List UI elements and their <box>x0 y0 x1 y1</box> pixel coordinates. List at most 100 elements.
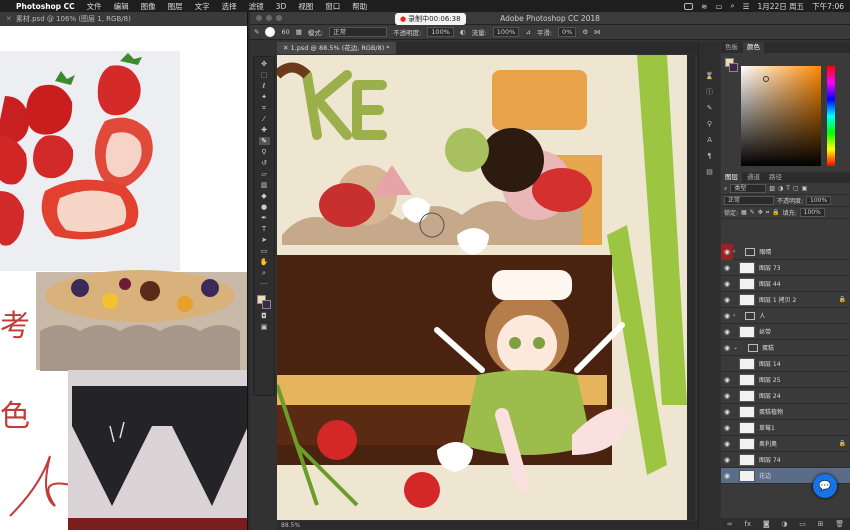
move-tool-icon[interactable]: ✥ <box>259 60 270 68</box>
reference-images[interactable]: 考 色 <box>0 26 248 530</box>
properties-panel-icon[interactable]: ▤ <box>705 168 715 176</box>
visibility-eye-icon[interactable]: ◉ <box>721 276 733 292</box>
mode-select[interactable]: 正常 <box>329 27 388 37</box>
visibility-eye-icon[interactable]: ◉ <box>721 468 733 484</box>
blend-mode-select[interactable]: 正常 <box>724 196 774 205</box>
tab-paths[interactable]: 路径 <box>765 172 786 183</box>
paragraph-panel-icon[interactable]: ¶ <box>705 152 715 160</box>
healing-tool-icon[interactable]: ✚ <box>259 126 270 134</box>
add-mask-icon[interactable]: ◙ <box>763 520 770 528</box>
document-canvas[interactable] <box>277 55 687 520</box>
lasso-tool-icon[interactable]: ℓ <box>259 82 270 90</box>
close-tab-icon[interactable]: ✕ <box>283 44 291 52</box>
layer-row[interactable]: ◉ 图层 25 <box>721 372 850 388</box>
menu-layer[interactable]: 图层 <box>168 1 183 12</box>
menu-image[interactable]: 图像 <box>141 1 156 12</box>
airbrush-icon[interactable]: ⊿ <box>525 28 530 36</box>
screen-record-icon[interactable] <box>684 2 694 10</box>
layer-row[interactable]: ◉ 图层 1 拷贝 2 🔒 <box>721 292 850 308</box>
expand-chevron-icon[interactable]: › <box>733 312 735 319</box>
clone-stamp-tool-icon[interactable]: ⚲ <box>259 148 270 156</box>
layer-row[interactable]: ◉ 图层 44 <box>721 276 850 292</box>
menu-filter[interactable]: 滤镜 <box>249 1 264 12</box>
layer-row[interactable]: ◉ 奥利奥 🔒 <box>721 436 850 452</box>
canvas-vertical-scrollbar[interactable] <box>687 55 695 520</box>
eyedropper-tool-icon[interactable]: ⁄ <box>259 115 270 123</box>
visibility-eye-icon[interactable] <box>721 356 733 372</box>
expand-chevron-icon[interactable]: › <box>733 248 735 255</box>
menu-select[interactable]: 选择 <box>222 1 237 12</box>
type-tool-icon[interactable]: T <box>259 225 270 233</box>
new-layer-icon[interactable]: ⊞ <box>818 520 824 528</box>
recording-indicator[interactable]: ● 录制中00:06:38 <box>395 13 466 25</box>
filter-adjust-icon[interactable]: ◑ <box>778 185 783 192</box>
visibility-eye-icon[interactable]: ◉ <box>721 292 733 308</box>
smooth-input[interactable]: 0% <box>558 27 577 37</box>
close-icon[interactable]: ✕ <box>6 15 12 23</box>
link-layers-icon[interactable]: ∞ <box>727 520 733 528</box>
dodge-tool-icon[interactable]: ● <box>259 203 270 211</box>
photoshop-titlebar[interactable]: Adobe Photoshop CC 2018 ● 录制中00:06:38 <box>250 12 850 25</box>
layer-row[interactable]: ◉ 草莓1 <box>721 420 850 436</box>
kind-filter-select[interactable]: 类型 <box>730 184 767 193</box>
layer-opacity-input[interactable]: 100% <box>806 196 832 205</box>
lock-artboard-icon[interactable]: ⌗ <box>766 209 769 217</box>
layer-row[interactable]: ◉ 图层 73 <box>721 260 850 276</box>
tab-swatches[interactable]: 色板 <box>721 42 742 53</box>
magic-wand-tool-icon[interactable]: ✦ <box>259 93 270 101</box>
filter-smart-icon[interactable]: ▣ <box>802 185 808 192</box>
flow-input[interactable]: 100% <box>492 27 520 37</box>
layer-row[interactable]: ◉ › 人 <box>721 308 850 324</box>
wifi-icon[interactable]: ≋ <box>701 2 707 11</box>
battery-icon[interactable]: ▭ <box>715 2 722 11</box>
new-group-icon[interactable]: ▭ <box>799 520 806 528</box>
tab-channels[interactable]: 通道 <box>743 172 764 183</box>
zoom-level[interactable]: 88.5% <box>281 522 300 529</box>
layer-style-icon[interactable]: fx <box>744 520 751 528</box>
clone-source-icon[interactable]: ⚲ <box>705 120 715 128</box>
smoothing-options-icon[interactable]: ⚙ <box>582 28 588 36</box>
adjustment-layer-icon[interactable]: ◑ <box>781 520 787 528</box>
menu-3d[interactable]: 3D <box>276 2 287 11</box>
layer-row[interactable]: ◉ 蛋糕植物 <box>721 404 850 420</box>
visibility-eye-icon[interactable]: ◉ <box>721 324 733 340</box>
layer-row[interactable]: 图层 14 <box>721 356 850 372</box>
chat-bubble-icon[interactable]: 💬 <box>813 474 837 498</box>
document-tab[interactable]: ✕ 1.psd @ 88.5% (花边, RGB/8) * <box>277 42 396 54</box>
color-swatches[interactable] <box>257 295 271 309</box>
opacity-input[interactable]: 100% <box>427 27 454 37</box>
filter-pixel-icon[interactable]: ▨ <box>769 185 775 192</box>
menu-edit[interactable]: 编辑 <box>114 1 129 12</box>
lock-all-icon[interactable]: 🔒 <box>772 209 779 216</box>
crop-tool-icon[interactable]: ⌗ <box>259 104 270 112</box>
pen-tool-icon[interactable]: ✒ <box>259 214 270 222</box>
visibility-eye-icon[interactable]: ◉ <box>721 404 733 420</box>
filter-type-icon[interactable]: T <box>786 185 790 192</box>
color-picker-cursor[interactable] <box>763 76 769 82</box>
visibility-eye-icon[interactable]: ◉ <box>721 340 733 356</box>
expand-chevron-icon[interactable]: ⌄ <box>733 344 738 351</box>
visibility-eye-icon[interactable]: ◉ <box>721 308 733 324</box>
brush-settings-icon[interactable]: ▦ <box>296 28 302 36</box>
layer-row[interactable]: ◉ ⌄ 蛋糕 <box>721 340 850 356</box>
eraser-tool-icon[interactable]: ▱ <box>259 170 270 178</box>
menu-file[interactable]: 文件 <box>87 1 102 12</box>
history-brush-tool-icon[interactable]: ↺ <box>259 159 270 167</box>
quick-mask-icon[interactable]: ◘ <box>259 312 270 320</box>
clock-date[interactable]: 1月22日 周五 <box>757 1 804 12</box>
layer-row[interactable]: ◉ › 眼睛 <box>721 243 850 260</box>
layer-row[interactable]: ◉ 图层 74 <box>721 452 850 468</box>
delete-layer-icon[interactable]: 🗑 <box>835 520 844 528</box>
visibility-eye-icon[interactable]: ◉ <box>721 452 733 468</box>
hue-slider[interactable] <box>827 66 835 166</box>
path-selection-tool-icon[interactable]: ➤ <box>259 236 270 244</box>
more-tools-icon[interactable]: ··· <box>259 280 270 288</box>
info-panel-icon[interactable]: ⓘ <box>705 88 715 96</box>
lock-transparent-icon[interactable]: ▦ <box>741 209 747 216</box>
brush-tool-icon[interactable]: ✎ <box>254 28 259 36</box>
visibility-eye-icon[interactable]: ◉ <box>721 243 733 260</box>
app-menu[interactable]: Photoshop CC <box>16 2 75 11</box>
brush-preset-picker[interactable] <box>265 27 276 37</box>
control-center-icon[interactable]: ☰ <box>743 2 750 11</box>
gradient-tool-icon[interactable]: ▥ <box>259 181 270 189</box>
